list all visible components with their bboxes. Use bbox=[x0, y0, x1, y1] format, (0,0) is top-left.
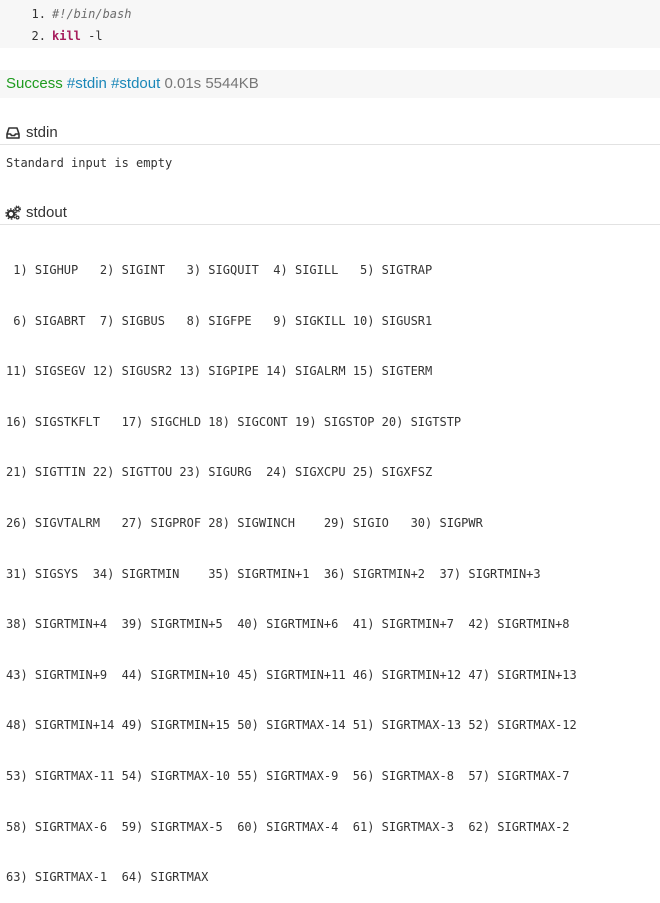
stdout-line: 58) SIGRTMAX-6 59) SIGRTMAX-5 60) SIGRTM… bbox=[6, 819, 570, 834]
tag-stdout-link[interactable]: #stdout bbox=[111, 75, 160, 92]
code-line-2: 2. kill -l bbox=[0, 26, 103, 46]
gears-icon bbox=[5, 205, 21, 221]
stdout-line: 43) SIGRTMIN+9 44) SIGRTMIN+10 45) SIGRT… bbox=[6, 667, 577, 682]
stdout-line: 26) SIGVTALRM 27) SIGPROF 28) SIGWINCH 2… bbox=[6, 515, 483, 530]
stdout-line: 31) SIGSYS 34) SIGRTMIN 35) SIGRTMIN+1 3… bbox=[6, 566, 541, 581]
stdin-content: Standard input is empty bbox=[6, 156, 173, 170]
tag-stdin-link[interactable]: #stdin bbox=[67, 75, 107, 92]
inbox-icon bbox=[5, 125, 21, 141]
code-text: #!/bin/bash bbox=[52, 7, 132, 21]
code-block: 1. #!/bin/bash 2. kill -l bbox=[0, 0, 660, 48]
stdout-line: 16) SIGSTKFLT 17) SIGCHLD 18) SIGCONT 19… bbox=[6, 414, 462, 429]
stdout-line: 11) SIGSEGV 12) SIGUSR2 13) SIGPIPE 14) … bbox=[6, 364, 433, 379]
code-args: -l bbox=[80, 29, 103, 43]
status-result: Success bbox=[6, 75, 63, 92]
stdin-title: stdin bbox=[26, 124, 58, 141]
stdout-line: 6) SIGABRT 7) SIGBUS 8) SIGFPE 9) SIGKIL… bbox=[6, 313, 433, 328]
stdout-line: 38) SIGRTMIN+4 39) SIGRTMIN+5 40) SIGRTM… bbox=[6, 617, 570, 632]
stdout-content: 1) SIGHUP 2) SIGINT 3) SIGQUIT 4) SIGILL… bbox=[6, 231, 577, 903]
stdout-header: stdout bbox=[0, 202, 660, 225]
status-time: 0.01s bbox=[164, 75, 202, 92]
stdout-line: 63) SIGRTMAX-1 64) SIGRTMAX bbox=[6, 870, 209, 885]
stdin-header: stdin bbox=[0, 122, 660, 145]
stdout-title: stdout bbox=[26, 204, 67, 221]
status-bar: Success #stdin #stdout 0.01s 5544KB bbox=[0, 70, 660, 98]
status-memory: 5544KB bbox=[205, 75, 259, 92]
stdout-line: 21) SIGTTIN 22) SIGTTOU 23) SIGURG 24) S… bbox=[6, 465, 433, 480]
stdout-line: 53) SIGRTMAX-11 54) SIGRTMAX-10 55) SIGR… bbox=[6, 768, 570, 783]
stdout-line: 48) SIGRTMIN+14 49) SIGRTMIN+15 50) SIGR… bbox=[6, 718, 577, 733]
line-number: 1. bbox=[31, 7, 46, 21]
code-keyword: kill bbox=[52, 29, 81, 43]
line-number: 2. bbox=[31, 29, 46, 43]
stdout-line: 1) SIGHUP 2) SIGINT 3) SIGQUIT 4) SIGILL… bbox=[6, 263, 433, 277]
code-line-1: 1. #!/bin/bash bbox=[0, 4, 132, 24]
